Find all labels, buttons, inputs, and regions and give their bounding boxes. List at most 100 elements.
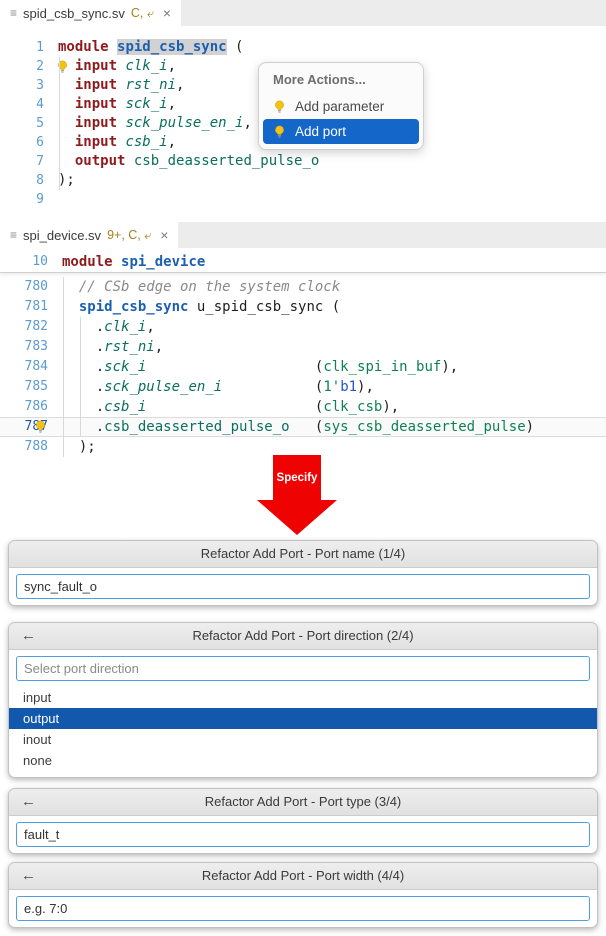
line-number: 786 [0,397,56,417]
tab-indicators: 9+, C, ⤶ [107,228,151,243]
dialog-input[interactable] [16,574,590,599]
dialog-title: Refactor Add Port - Port type (3/4) [205,794,402,809]
dialog-body [9,574,597,605]
line-number: 6 [0,133,52,152]
page: ≡ spid_csb_sync.sv C, ⤶ × 1module spid_c… [0,0,606,936]
code-line[interactable]: 9 [0,190,606,209]
line-number: 5 [0,114,52,133]
code-line[interactable]: 8); [0,171,606,190]
code-line[interactable]: 1module spid_csb_sync ( [0,38,606,57]
code-line[interactable]: 780 // CSb edge on the system clock [0,277,606,297]
dialog-body [9,822,597,853]
line-number: 782 [0,317,56,337]
code-text: .sck_i (clk_spi_in_buf), [56,357,458,377]
lightbulb-icon[interactable] [273,100,286,114]
back-arrow-icon[interactable]: ← [21,789,36,815]
dialog-title: Refactor Add Port - Port direction (2/4) [192,628,413,643]
dialog-input[interactable] [16,822,590,847]
specify-arrow: Specify [257,455,337,535]
code-line[interactable]: 788 ); [0,437,606,457]
code-text: // CSb edge on the system clock [56,277,340,297]
code-text: .sck_pulse_en_i (1'b1), [56,377,374,397]
option-none[interactable]: none [9,750,597,771]
close-icon[interactable]: × [160,227,168,243]
back-arrow-icon[interactable]: ← [21,623,36,649]
option-list: inputoutputinoutnone [9,687,597,771]
close-icon[interactable]: × [163,5,171,21]
dialog-input[interactable] [16,656,590,681]
specify-arrow-head [257,500,337,535]
tab-spid-csb-sync[interactable]: ≡ spid_csb_sync.sv C, ⤶ × [0,0,181,26]
code-action-menu: More Actions... Add parameterAdd port [258,62,424,150]
tab-spi-device[interactable]: ≡ spi_device.sv 9+, C, ⤶ × [0,222,178,248]
code-text: .clk_i, [56,317,155,337]
line-number: 787 [0,417,56,437]
specify-arrow-label: Specify [277,472,318,484]
tab-bar: ≡ spid_csb_sync.sv C, ⤶ × [0,0,606,26]
code-text: input sck_pulse_en_i, [52,114,252,133]
code-editor[interactable]: 10module spi_device780 // CSb edge on th… [0,252,606,457]
tab-bar: ≡ spi_device.sv 9+, C, ⤶ × [0,222,606,248]
line-number: 3 [0,76,52,95]
code-line[interactable]: 786 .csb_i (clk_csb), [0,397,606,417]
line-number: 781 [0,297,56,317]
dialog-body [9,896,597,927]
option-input[interactable]: input [9,687,597,708]
file-outline-icon: ≡ [10,228,17,242]
back-arrow-icon[interactable]: ← [21,863,36,889]
menu-item-add-port[interactable]: Add port [263,119,419,144]
lightbulb-icon[interactable] [56,60,69,74]
line-number: 1 [0,38,52,57]
sticky-code-line[interactable]: 10module spi_device [0,252,606,273]
code-text: .csb_deasserted_pulse_o (sys_csb_deasser… [56,417,534,437]
line-number: 780 [0,277,56,297]
editor-pane-spi-device: ≡ spi_device.sv 9+, C, ⤶ × 10module spi_… [0,222,606,458]
lightbulb-icon[interactable] [34,420,47,434]
tab-filename: spi_device.sv [23,228,101,243]
code-text: output csb_deasserted_pulse_o [52,152,319,171]
code-text: .rst_ni, [56,337,163,357]
editor-pane-spid-csb-sync: ≡ spid_csb_sync.sv C, ⤶ × 1module spid_c… [0,0,606,222]
code-text: .csb_i (clk_csb), [56,397,399,417]
code-line[interactable]: 784 .sck_i (clk_spi_in_buf), [0,357,606,377]
line-number: 10 [0,252,56,272]
code-line[interactable]: 783 .rst_ni, [0,337,606,357]
option-output[interactable]: output [9,708,597,729]
indent-guide [59,57,60,190]
dialog-body: inputoutputinoutnone [9,656,597,777]
refactor-dialog-step-3: ← Refactor Add Port - Port type (3/4) [8,788,598,854]
code-line[interactable]: 787 .csb_deasserted_pulse_o (sys_csb_dea… [0,417,606,437]
tab-filename: spid_csb_sync.sv [23,6,125,21]
dialog-header: ← Refactor Add Port - Port type (3/4) [9,789,597,816]
line-number: 783 [0,337,56,357]
code-text: input rst_ni, [52,76,184,95]
refactor-dialog-step-1: Refactor Add Port - Port name (1/4) [8,540,598,606]
indent-guide [63,277,64,457]
refactor-dialog-step-4: ←Refactor Add Port - Port width (4/4) [8,862,598,928]
code-text: ); [56,437,96,457]
code-line[interactable]: 782 .clk_i, [0,317,606,337]
code-text: spid_csb_sync u_spid_csb_sync ( [56,297,340,317]
dialog-input[interactable] [16,896,590,921]
code-text: module spi_device [56,252,205,272]
code-text: input clk_i, [52,57,176,76]
dialog-title: Refactor Add Port - Port name (1/4) [201,546,405,561]
code-text [52,190,58,209]
code-line[interactable]: 7 output csb_deasserted_pulse_o [0,152,606,171]
dialog-header: ←Refactor Add Port - Port width (4/4) [9,863,597,890]
line-number: 7 [0,152,52,171]
line-number: 785 [0,377,56,397]
code-line[interactable]: 785 .sck_pulse_en_i (1'b1), [0,377,606,397]
file-outline-icon: ≡ [10,6,17,20]
code-line[interactable]: 781 spid_csb_sync u_spid_csb_sync ( [0,297,606,317]
line-number: 9 [0,190,52,209]
refactor-dialog-step-2: ← Refactor Add Port - Port direction (2/4… [8,622,598,778]
menu-item-label: Add port [295,124,346,139]
code-text: input sck_i, [52,95,176,114]
lightbulb-icon[interactable] [273,125,286,139]
line-number: 8 [0,171,52,190]
dialog-header: ← Refactor Add Port - Port direction (2/4… [9,623,597,650]
tab-indicators: C, ⤶ [131,6,154,21]
option-inout[interactable]: inout [9,729,597,750]
menu-item-add-parameter[interactable]: Add parameter [263,94,419,119]
